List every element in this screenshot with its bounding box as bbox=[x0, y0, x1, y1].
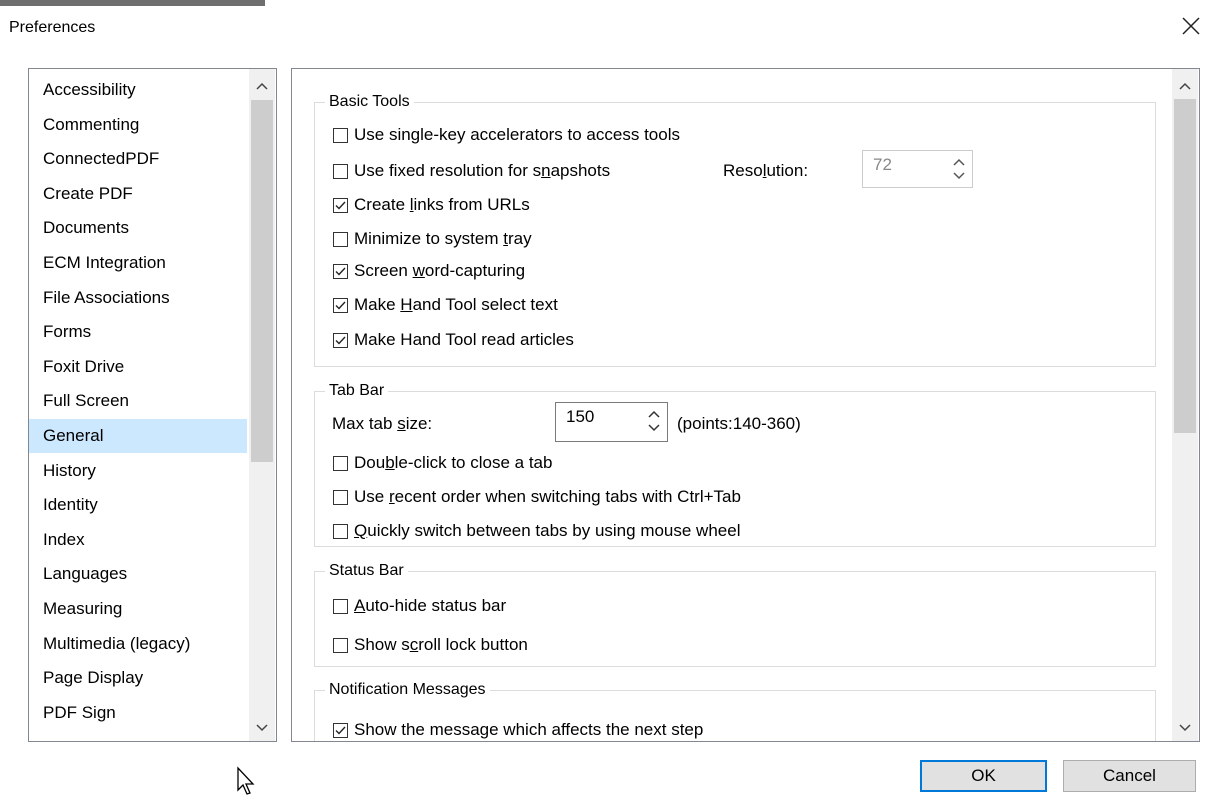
category-item[interactable]: Commenting bbox=[29, 108, 247, 142]
max-tab-size-value: 150 bbox=[566, 407, 595, 426]
checkbox[interactable] bbox=[333, 297, 348, 313]
settings-scroll-thumb[interactable] bbox=[1174, 99, 1196, 433]
cancel-button[interactable]: Cancel bbox=[1063, 760, 1196, 792]
chevron-up-icon[interactable] bbox=[252, 77, 272, 95]
tab-size-range: (points:140-360) bbox=[677, 414, 801, 433]
checkbox-minimize-tray[interactable]: Minimize to system tray bbox=[333, 227, 532, 251]
category-item[interactable]: Languages bbox=[29, 557, 247, 591]
category-list[interactable]: Accessibility Commenting ConnectedPDF Creat… bbox=[28, 68, 277, 742]
spinner-arrows-icon[interactable] bbox=[948, 154, 970, 184]
checkbox-label: Use fixed resolution for snapshots bbox=[354, 161, 611, 180]
category-item[interactable]: Foxit Drive bbox=[29, 350, 247, 384]
category-item[interactable]: Measuring bbox=[29, 592, 247, 626]
checkbox[interactable] bbox=[333, 489, 348, 505]
close-icon[interactable] bbox=[1180, 15, 1202, 37]
category-scrollbar[interactable] bbox=[249, 69, 275, 741]
group-label: Notification Messages bbox=[325, 680, 490, 700]
group-label: Tab Bar bbox=[325, 381, 389, 401]
category-item[interactable]: ConnectedPDF bbox=[29, 142, 247, 176]
check-icon bbox=[335, 301, 346, 310]
checkbox-label: Make Hand Tool read articles bbox=[354, 330, 574, 349]
mouse-pointer-icon bbox=[236, 766, 256, 801]
checkbox[interactable] bbox=[333, 332, 348, 348]
category-scroll-thumb[interactable] bbox=[251, 100, 273, 462]
checkbox-label: Screen word-capturing bbox=[354, 261, 526, 280]
window-title: Preferences bbox=[9, 19, 96, 36]
checkbox-recent-order[interactable]: Use recent order when switching tabs wit… bbox=[333, 485, 741, 509]
checkbox-label: Use single-key accelerators to access to… bbox=[354, 125, 680, 144]
checkbox-label: Make Hand Tool select text bbox=[354, 295, 558, 314]
checkbox-label: Show the message which affects the next … bbox=[354, 720, 704, 739]
category-item[interactable]: Index bbox=[29, 523, 247, 557]
category-item[interactable]: History bbox=[29, 454, 247, 488]
check-icon bbox=[335, 726, 346, 735]
checkbox-label: Create links from URLs bbox=[354, 195, 530, 214]
checkbox[interactable] bbox=[333, 523, 348, 539]
resolution-spinner[interactable]: 72 bbox=[862, 150, 973, 188]
checkbox-label: Quickly switch between tabs by using mou… bbox=[354, 521, 741, 540]
checkbox-create-links[interactable]: Create links from URLs bbox=[333, 193, 530, 217]
group-notifications: Notification Messages Show the message w… bbox=[314, 680, 1156, 741]
checkbox-single-key[interactable]: Use single-key accelerators to access to… bbox=[333, 123, 680, 147]
checkbox-scroll-lock[interactable]: Show scroll lock button bbox=[333, 633, 528, 657]
category-item[interactable]: Page Display bbox=[29, 661, 247, 695]
max-tab-size-spinner[interactable]: 150 bbox=[555, 402, 668, 442]
checkbox-double-click-close[interactable]: Double-click to close a tab bbox=[333, 451, 552, 475]
ok-button[interactable]: OK bbox=[920, 760, 1047, 792]
checkbox[interactable] bbox=[333, 722, 348, 738]
max-tab-size-label: Max tab size: bbox=[332, 414, 433, 433]
category-item[interactable]: ECM Integration bbox=[29, 246, 247, 280]
resolution-label: Resolution: bbox=[723, 161, 809, 180]
checkbox[interactable] bbox=[333, 231, 348, 247]
check-icon bbox=[335, 201, 346, 210]
group-label: Status Bar bbox=[325, 561, 408, 581]
chevron-down-icon[interactable] bbox=[1175, 719, 1195, 737]
group-basic-tools: Basic Tools Use single-key accelerators … bbox=[314, 92, 1156, 367]
chevron-up-icon[interactable] bbox=[1175, 77, 1195, 95]
spinner-arrows-icon[interactable] bbox=[643, 406, 665, 436]
checkbox-label: Auto-hide status bar bbox=[354, 596, 507, 615]
checkbox[interactable] bbox=[333, 263, 348, 279]
category-item[interactable]: File Associations bbox=[29, 281, 247, 315]
resolution-value: 72 bbox=[873, 155, 892, 174]
checkbox-label: Minimize to system tray bbox=[354, 229, 532, 248]
checkbox[interactable] bbox=[333, 637, 348, 653]
checkbox[interactable] bbox=[333, 127, 348, 143]
chevron-down-icon[interactable] bbox=[252, 719, 272, 737]
category-item[interactable]: PDF Sign bbox=[29, 696, 247, 730]
check-icon bbox=[335, 267, 346, 276]
checkbox-next-step-message[interactable]: Show the message which affects the next … bbox=[333, 718, 704, 741]
checkbox-label: Use recent order when switching tabs wit… bbox=[354, 487, 741, 506]
checkbox-mouse-wheel[interactable]: Quickly switch between tabs by using mou… bbox=[333, 519, 740, 543]
group-tab-bar: Tab Bar Max tab size: 150 (points:140-36… bbox=[314, 381, 1156, 547]
checkbox[interactable] bbox=[333, 197, 348, 213]
check-icon bbox=[335, 336, 346, 345]
checkbox-label: Show scroll lock button bbox=[354, 635, 528, 654]
checkbox-fixed-resolution[interactable]: Use fixed resolution for snapshots bbox=[333, 159, 610, 183]
group-label: Basic Tools bbox=[325, 92, 414, 112]
group-status-bar: Status Bar Auto-hide status bar Show scr… bbox=[314, 561, 1156, 667]
settings-scrollbar[interactable] bbox=[1172, 69, 1198, 741]
checkbox-label: Double-click to close a tab bbox=[354, 453, 553, 472]
checkbox-hand-read[interactable]: Make Hand Tool read articles bbox=[333, 328, 574, 352]
category-item[interactable]: General bbox=[29, 419, 247, 453]
category-item[interactable]: Identity bbox=[29, 488, 247, 522]
category-item[interactable]: Accessibility bbox=[29, 73, 247, 107]
category-item[interactable]: Multimedia (legacy) bbox=[29, 627, 247, 661]
checkbox-word-capturing[interactable]: Screen word-capturing bbox=[333, 259, 525, 283]
checkbox[interactable] bbox=[333, 598, 348, 614]
category-item[interactable]: Forms bbox=[29, 315, 247, 349]
checkbox[interactable] bbox=[333, 455, 348, 471]
category-item[interactable]: Create PDF bbox=[29, 177, 247, 211]
checkbox[interactable] bbox=[333, 163, 348, 179]
category-item[interactable]: Documents bbox=[29, 211, 247, 245]
settings-panel: Basic Tools Use single-key accelerators … bbox=[291, 68, 1200, 742]
checkbox-hand-select[interactable]: Make Hand Tool select text bbox=[333, 293, 558, 317]
category-item[interactable]: Full Screen bbox=[29, 384, 247, 418]
checkbox-autohide-status[interactable]: Auto-hide status bar bbox=[333, 594, 506, 618]
top-strip bbox=[0, 0, 265, 6]
